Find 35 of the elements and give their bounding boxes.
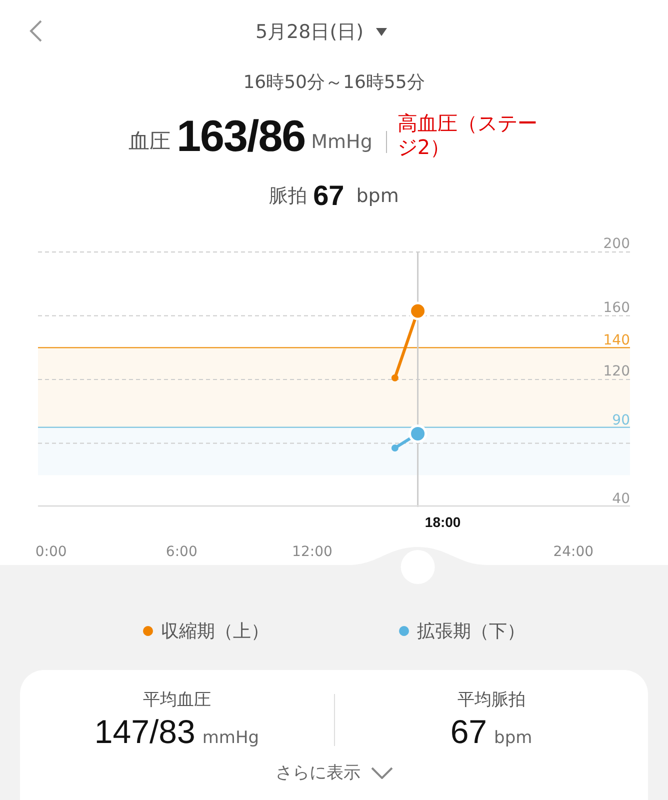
blood-pressure-value: 163/86 xyxy=(176,112,306,162)
hypertension-status: 高血圧（ステージ2） xyxy=(397,111,538,159)
dropdown-caret-icon[interactable] xyxy=(376,28,387,36)
legend-label: 収縮期（上） xyxy=(161,620,269,643)
average-unit: mmHg xyxy=(202,728,260,748)
date-title[interactable]: 5月28日(日) xyxy=(255,19,364,45)
pulse-label: 脈拍 xyxy=(269,184,308,209)
average-value: 147/83 xyxy=(94,713,196,751)
pulse-value: 67 xyxy=(313,180,344,212)
y-tick-label: 120 xyxy=(603,364,630,380)
x-tick-label: 12:00 xyxy=(292,544,332,560)
y-tick-label: 200 xyxy=(603,236,630,252)
y-tick-label: 160 xyxy=(603,300,630,316)
chevron-down-icon xyxy=(370,766,392,778)
cursor-time-label: 18:00 xyxy=(424,514,461,530)
x-tick-label: 0:00 xyxy=(35,544,67,560)
x-tick-label: 24:00 xyxy=(553,544,594,560)
blood-pressure-label: 血圧 xyxy=(128,128,171,155)
blood-pressure-unit: MmHg xyxy=(311,131,372,153)
x-tick-label: 6:00 xyxy=(166,544,198,560)
show-more-button[interactable]: さらに表示 xyxy=(276,761,392,784)
data-point[interactable] xyxy=(408,302,428,320)
pulse-unit: bpm xyxy=(356,185,399,207)
reference-line-label: 90 xyxy=(612,412,630,428)
average-label: 平均脈拍 xyxy=(457,689,526,711)
reference-line-label: 140 xyxy=(603,332,630,349)
data-point[interactable] xyxy=(408,424,428,443)
time-range: 16時50分～16時55分 xyxy=(243,71,425,94)
average-label: 平均血圧 xyxy=(142,689,211,711)
data-point[interactable] xyxy=(391,444,398,452)
legend-label: 拡張期（下） xyxy=(417,620,525,643)
data-point[interactable] xyxy=(391,374,398,382)
average-value: 67 xyxy=(450,713,488,751)
average-unit: bpm xyxy=(494,728,532,748)
y-tick-label: 40 xyxy=(612,491,630,507)
